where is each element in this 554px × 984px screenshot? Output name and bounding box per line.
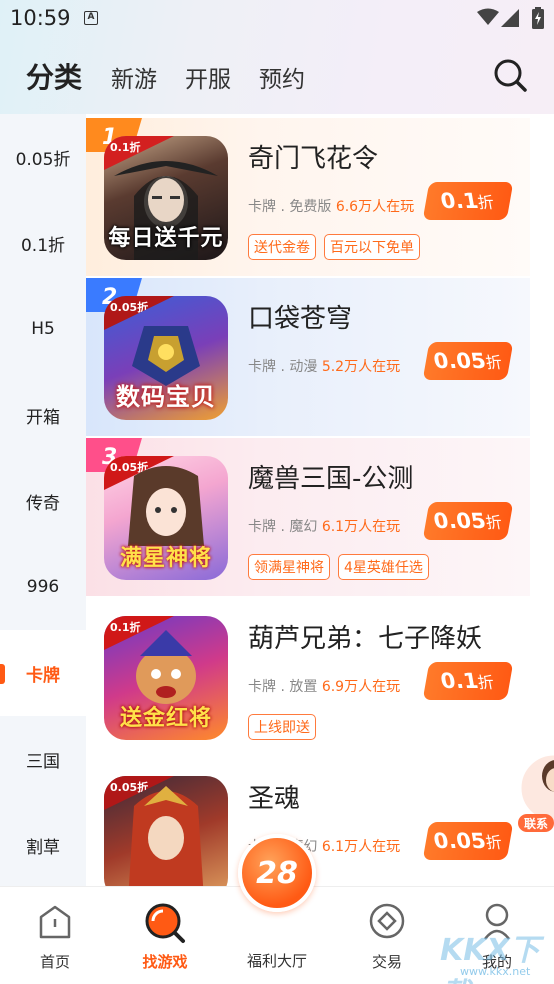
online-count: 5.2万人在玩 [321, 359, 401, 375]
tag: 送代金卷 [248, 234, 316, 260]
status-time: 10:59 [10, 6, 71, 30]
tag-list: 领满星神将 4星英雄任选 [248, 554, 429, 580]
game-icon[interactable]: 0.1折 每日送千元 [104, 136, 228, 260]
game-meta: 卡牌 . 动漫 5.2万人在玩 [248, 356, 400, 376]
tab-server-open[interactable]: 开服 [185, 60, 231, 94]
nav-home-label: 首页 [39, 953, 70, 971]
game-icon[interactable]: 0.05折 满星神将 [104, 456, 228, 580]
nav-home[interactable]: 首页 [10, 901, 100, 971]
tab-label: 分类 [26, 61, 83, 94]
icon-banner: 数码宝贝 [116, 383, 216, 411]
game-name: 奇门飞花令 [248, 144, 379, 174]
game-genre: 卡牌 . 免费版 [248, 199, 332, 215]
battery-icon [532, 7, 544, 29]
discount-value: 0.05 [431, 829, 488, 853]
discount-badge: 0.1折 [422, 182, 514, 220]
notification-icon: A [84, 11, 98, 25]
home-icon [39, 905, 71, 939]
game-icon[interactable]: 0.05折 [104, 776, 228, 886]
game-name: 魔兽三国-公测 [248, 464, 414, 494]
tag: 上线即送 [248, 714, 316, 740]
game-list: 1 0.1折 每日送千元 奇门飞花令 卡牌 . 免费版 6.6万人在玩 0.1折… [86, 114, 554, 886]
discount-badge: 0.05折 [422, 502, 514, 540]
game-genre: 卡牌 . 放置 [248, 679, 318, 695]
discount-badge: 0.1折 [422, 662, 514, 700]
icon-banner: 满星神将 [119, 546, 212, 571]
discount-value: 0.05 [431, 509, 488, 533]
tab-reservation[interactable]: 预约 [259, 60, 305, 94]
tag: 4星英雄任选 [338, 554, 429, 580]
top-tabs: 分类 新游 开服 预约 [0, 50, 554, 104]
nav-find-game[interactable]: 找游戏 [120, 901, 210, 971]
game-icon[interactable]: 0.1折 送金红将 [104, 616, 228, 740]
status-bar: 10:59 A [0, 0, 554, 38]
online-count: 6.1万人在玩 [321, 519, 401, 535]
trade-icon [369, 903, 405, 939]
sidebar-item-three-kingdoms[interactable]: 三国 [0, 716, 86, 802]
tag: 领满星神将 [248, 554, 330, 580]
game-card[interactable]: 0.1折 送金红将 葫芦兄弟：七子降妖 卡牌 . 放置 6.9万人在玩 0.1折… [86, 598, 530, 756]
sidebar-item-legend[interactable]: 传奇 [0, 458, 86, 544]
discount-badge: 0.05折 [422, 822, 514, 860]
tab-new-games[interactable]: 新游 [111, 60, 157, 94]
tag-list: 送代金卷 百元以下免单 [248, 234, 420, 260]
nav-find-game-label: 找游戏 [142, 953, 188, 971]
game-meta: 卡牌 . 魔幻 6.1万人在玩 [248, 516, 400, 536]
watermark: KKX下载 www.kkx.net [440, 925, 554, 984]
icon-banner: 送金红将 [119, 706, 212, 731]
search-icon[interactable] [492, 57, 528, 93]
sidebar-item-005[interactable]: 0.05折 [0, 114, 86, 200]
online-count: 6.1万人在玩 [321, 839, 401, 855]
game-icon[interactable]: 0.05折 数码宝贝 [104, 296, 228, 420]
sidebar-item-card[interactable]: 卡牌 [0, 630, 86, 716]
signal-icon [501, 9, 519, 27]
sidebar-item-996[interactable]: 996 [0, 544, 86, 630]
game-name: 圣魂 [248, 784, 301, 814]
discount-badge: 0.05折 [422, 342, 514, 380]
customer-service-label: 联系 [524, 817, 549, 831]
game-name: 葫芦兄弟：七子降妖 [248, 624, 483, 654]
online-count: 6.6万人在玩 [335, 199, 415, 215]
tag-list: 上线即送 [248, 714, 316, 740]
online-count: 6.9万人在玩 [321, 679, 401, 695]
sidebar-item-mowing[interactable]: 割草 [0, 802, 86, 888]
find-game-icon [145, 903, 185, 943]
welfare-hall-label: 福利大厅 [246, 952, 307, 970]
game-card[interactable]: 1 0.1折 每日送千元 奇门飞花令 卡牌 . 免费版 6.6万人在玩 0.1折… [86, 118, 530, 276]
game-name: 口袋苍穹 [248, 304, 353, 334]
game-genre: 卡牌 . 动漫 [248, 359, 318, 375]
discount-value: 0.05 [431, 349, 488, 373]
watermark-url: www.kkx.net [460, 965, 531, 978]
game-meta: 卡牌 . 免费版 6.6万人在玩 [248, 196, 414, 216]
game-card[interactable]: 2 0.05折 数码宝贝 口袋苍穹 卡牌 . 动漫 5.2万人在玩 0.05折 [86, 278, 530, 436]
tab-category[interactable]: 分类 [24, 56, 86, 99]
game-card[interactable]: 3 0.05折 满星神将 魔兽三国-公测 卡牌 . 魔幻 6.1万人在玩 0.0… [86, 438, 530, 596]
game-meta: 卡牌 . 放置 6.9万人在玩 [248, 676, 400, 696]
sidebar-item-01[interactable]: 0.1折 [0, 200, 86, 286]
game-genre: 卡牌 . 魔幻 [248, 519, 318, 535]
sidebar-item-h5[interactable]: H5 [0, 286, 86, 372]
welfare-hall-number: 28 [256, 856, 298, 891]
sidebar-item-unbox[interactable]: 开箱 [0, 372, 86, 458]
wifi-icon [477, 8, 499, 25]
category-sidebar: 0.05折 0.1折 H5 开箱 传奇 996 卡牌 三国 割草 [0, 114, 86, 886]
welfare-hall-button[interactable]: 28 [238, 834, 316, 912]
icon-banner: 每日送千元 [108, 226, 224, 251]
nav-trade-label: 交易 [371, 953, 402, 971]
tag: 百元以下免单 [324, 234, 420, 260]
nav-trade[interactable]: 交易 [342, 901, 432, 971]
